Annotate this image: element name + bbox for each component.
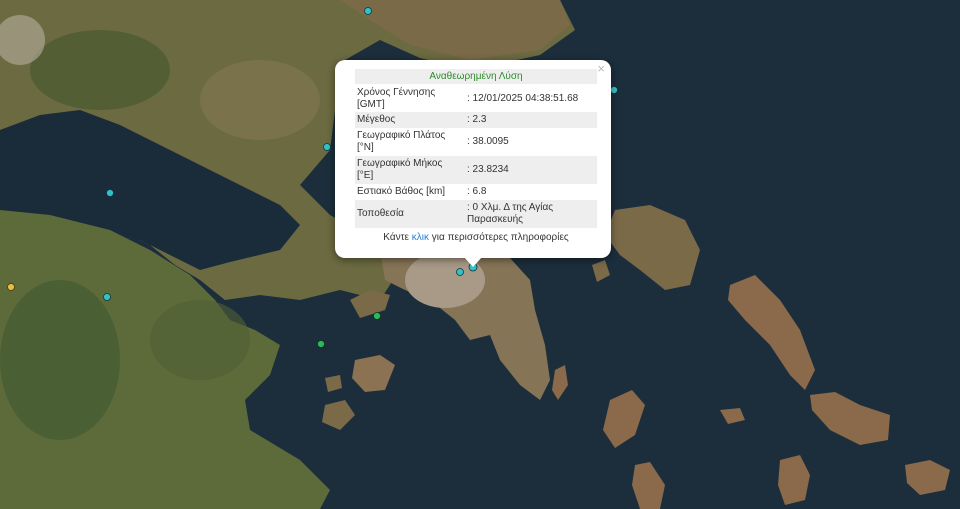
forest-patch-2 [0, 280, 120, 440]
popup-title: Αναθεωρημένη Λύση [355, 69, 597, 84]
close-icon[interactable]: × [597, 62, 605, 76]
earthquake-info-table: Χρόνος Γέννησης [GMT] : 12/01/2025 04:38… [355, 86, 597, 228]
origin-time-label: Χρόνος Γέννησης [GMT] [357, 87, 436, 110]
location-value: : 0 Χλμ. Δ της Αγίας Παρασκευής [463, 200, 597, 228]
magnitude-value: : 2.3 [463, 112, 597, 128]
more-info-link[interactable]: κλικ [412, 232, 429, 243]
table-row: Τοποθεσία : 0 Χλμ. Δ της Αγίας Παρασκευή… [355, 200, 597, 228]
longitude-value: : 23.8234 [463, 156, 597, 184]
table-row: Γεωγραφικό Πλάτος [°N] : 38.0095 [355, 128, 597, 156]
depth-value: : 6.8 [467, 186, 487, 197]
popup-tip [464, 257, 482, 267]
table-row: Εστιακό Βάθος [km] : 6.8 [355, 184, 597, 200]
table-row: Μέγεθος : 2.3 [355, 112, 597, 128]
latitude-label: Γεωγραφικό Πλάτος [°N] [357, 130, 446, 153]
depth-label: Εστιακό Βάθος [km] [357, 186, 446, 197]
more-info-prefix: Κάντε [383, 232, 412, 243]
table-row: Χρόνος Γέννησης [GMT] : 12/01/2025 04:38… [355, 86, 597, 112]
earthquake-marker[interactable] [364, 7, 372, 15]
more-info-suffix: για περισσότερες πληροφορίες [429, 232, 569, 243]
origin-time-value: : 12/01/2025 04:38:51.68 [467, 93, 579, 104]
forest-patch-1 [30, 30, 170, 110]
earthquake-marker[interactable] [610, 86, 618, 94]
earthquake-marker[interactable] [106, 189, 114, 197]
mountain-patch-1 [200, 60, 320, 140]
earthquake-marker[interactable] [317, 340, 325, 348]
earthquake-marker[interactable] [7, 283, 15, 291]
earthquake-marker[interactable] [456, 268, 464, 276]
earthquake-marker[interactable] [103, 293, 111, 301]
table-row: Γεωγραφικό Μήκος [°E] : 23.8234 [355, 156, 597, 184]
more-info-text: Κάντε κλικ για περισσότερες πληροφορίες [355, 232, 597, 243]
earthquake-popup: × Αναθεωρημένη Λύση Χρόνος Γέννησης [GMT… [335, 60, 611, 267]
magnitude-label: Μέγεθος [355, 112, 463, 128]
forest-patch-3 [150, 300, 250, 380]
location-label: Τοποθεσία [355, 200, 463, 228]
longitude-label: Γεωγραφικό Μήκος [°E] [355, 156, 463, 184]
latitude-value: : 38.0095 [467, 136, 509, 147]
earthquake-marker[interactable] [323, 143, 331, 151]
earthquake-marker[interactable] [373, 312, 381, 320]
